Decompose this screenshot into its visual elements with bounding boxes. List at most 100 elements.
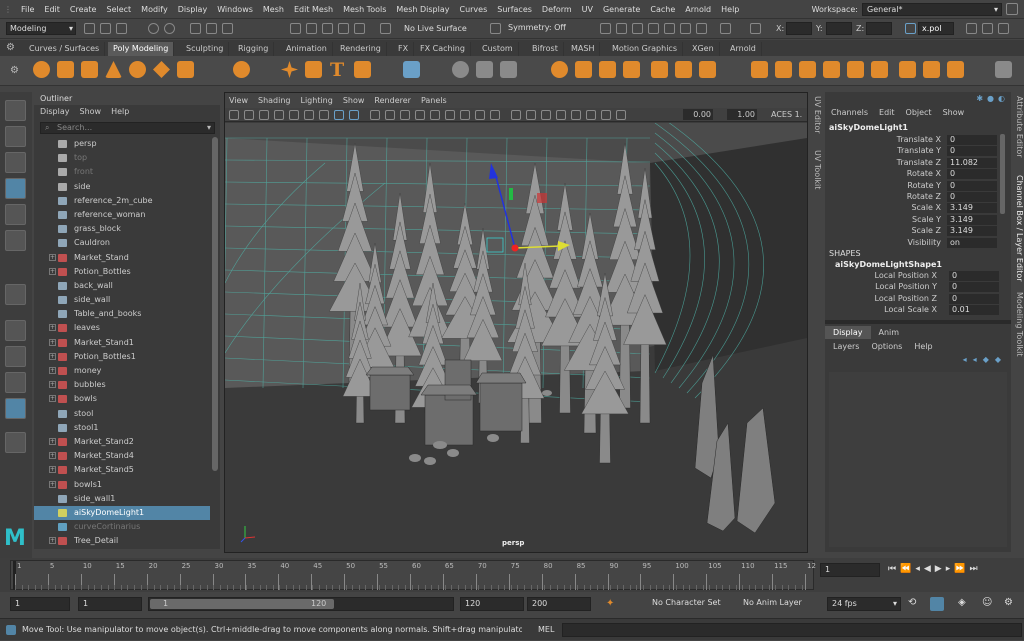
viewport-tool-icon[interactable] — [430, 110, 440, 120]
help-icon[interactable]: ◐ — [998, 94, 1005, 103]
shelf-tab-custom[interactable]: Custom — [477, 42, 519, 56]
channel-value[interactable]: 0 — [949, 271, 999, 281]
viewport-tool-icon[interactable] — [289, 110, 299, 120]
outliner-item[interactable]: + bowls — [34, 392, 210, 406]
expand-icon[interactable]: + — [49, 437, 56, 445]
range-slider[interactable]: 1 120 — [148, 597, 454, 611]
color-space-field[interactable]: ACES 1. — [771, 109, 807, 120]
viewport-tool-icon[interactable] — [334, 110, 344, 120]
channel-row[interactable]: Visibility on — [825, 237, 997, 248]
viewport-tool-icon[interactable] — [259, 110, 269, 120]
manipulator-center[interactable] — [511, 244, 519, 252]
move-layer-down-icon[interactable]: ◂ — [973, 355, 977, 364]
auto-key-icon[interactable] — [930, 597, 944, 611]
viewport-tool-icon[interactable] — [586, 110, 596, 120]
viewport-scene[interactable] — [225, 123, 807, 552]
expand-icon[interactable]: + — [49, 367, 56, 374]
outliner-menu-display[interactable]: Display — [40, 105, 70, 119]
tab-modeling-toolkit[interactable]: Modeling Toolkit — [1012, 292, 1024, 356]
time-slider-track[interactable]: 1 5 10 15 20 25 30 35 40 45 50 55 60 65 70 75 80 85 90 95 10… — [10, 560, 816, 590]
sweep-mesh-icon[interactable] — [305, 61, 322, 78]
shape-channel-row[interactable]: Local Position X 0 — [825, 270, 999, 281]
poly-disc-icon[interactable] — [177, 61, 194, 78]
outliner-item[interactable]: + bubbles — [34, 378, 210, 392]
viewport-tool-icon[interactable] — [460, 110, 470, 120]
platonic-solid-icon[interactable] — [233, 61, 250, 78]
outliner-item[interactable]: + Tree_Detail — [34, 534, 210, 548]
menu-generate[interactable]: Generate — [598, 0, 645, 19]
snap-live-icon[interactable] — [354, 23, 365, 34]
channel-scrollbar[interactable] — [1000, 134, 1005, 214]
play-back-icon[interactable]: ◀ — [924, 564, 931, 574]
menu-deform[interactable]: Deform — [537, 0, 577, 19]
gear-icon[interactable]: ⚙ — [6, 42, 17, 53]
loop-icon[interactable]: ⟲ — [908, 597, 916, 608]
menu-windows[interactable]: Windows — [212, 0, 258, 19]
channel-menu-show[interactable]: Show — [943, 108, 965, 117]
render-view-icon[interactable] — [664, 23, 675, 34]
outliner-item[interactable]: + Market_Stand — [34, 251, 210, 265]
symmetry-dropdown[interactable]: Symmetry: Off — [505, 22, 581, 35]
channel-value[interactable]: 3.149 — [947, 214, 997, 225]
menu-edit[interactable]: Edit — [39, 0, 65, 19]
outliner-menu-help[interactable]: Help — [111, 105, 129, 119]
fps-dropdown[interactable]: 24 fps ▾ — [827, 597, 901, 611]
outliner-item[interactable]: persp — [34, 137, 210, 151]
tab-attribute-editor[interactable]: Attribute Editor — [1012, 96, 1024, 158]
command-line[interactable] — [562, 623, 1022, 637]
poly-cylinder-icon[interactable] — [81, 61, 98, 78]
tab-uv-editor[interactable]: UV Editor — [810, 96, 822, 134]
channel-value[interactable]: 0 — [949, 293, 999, 304]
channel-value[interactable]: 11.082 — [947, 157, 997, 168]
channel-value[interactable]: 3.149 — [947, 203, 997, 214]
expand-icon[interactable]: + — [49, 267, 56, 275]
outliner-menu-show[interactable]: Show — [80, 105, 102, 119]
snap-grid-icon[interactable] — [290, 23, 301, 34]
outliner-item[interactable]: reference_woman — [34, 208, 210, 222]
menu-edit-mesh[interactable]: Edit Mesh — [289, 0, 338, 19]
viewport-tool-icon[interactable] — [475, 110, 485, 120]
expand-icon[interactable]: + — [49, 480, 56, 488]
viewport-menu-renderer[interactable]: Renderer — [374, 93, 411, 108]
layer-menu-help[interactable]: Help — [914, 342, 932, 351]
outliner-item[interactable]: stool1 — [34, 421, 210, 435]
two-pane-layout-icon[interactable] — [5, 372, 26, 393]
outliner-item[interactable]: front — [34, 165, 210, 179]
viewport-menu-view[interactable]: View — [229, 93, 248, 108]
outliner-item[interactable]: grass_block — [34, 222, 210, 236]
viewport-tool-icon[interactable] — [490, 110, 500, 120]
menu-mesh-tools[interactable]: Mesh Tools — [338, 0, 391, 19]
viewport-menu-lighting[interactable]: Lighting — [300, 93, 332, 108]
shape-channel-row[interactable]: Local Position Z 0 — [825, 293, 999, 304]
redo-icon[interactable] — [164, 23, 175, 34]
viewport-tool-icon[interactable] — [349, 110, 359, 120]
search-field[interactable]: x.pol — [918, 22, 954, 35]
viewport-tool-icon[interactable] — [319, 110, 329, 120]
viewport-tool-icon[interactable] — [415, 110, 425, 120]
outliner-item[interactable]: aiSkyDomeLight1 — [34, 505, 210, 521]
workspace-dropdown[interactable]: General* ▾ — [862, 3, 1002, 16]
z-field[interactable] — [866, 22, 892, 35]
viewport-tool-icon[interactable] — [370, 110, 380, 120]
shelf-tab-fx-caching[interactable]: FX Caching — [415, 42, 471, 56]
channel-value[interactable]: 0 — [947, 135, 997, 145]
expand-icon[interactable]: + — [49, 352, 56, 360]
tab-channel-box[interactable]: Channel Box / Layer Editor — [1012, 175, 1024, 282]
step-forward-key-icon[interactable]: ⏩ — [954, 564, 965, 574]
mirror-icon[interactable] — [599, 61, 616, 78]
viewport-tool-icon[interactable] — [274, 110, 284, 120]
viewport-tool-icon[interactable] — [304, 110, 314, 120]
channel-row[interactable]: Rotate X 0 — [825, 168, 997, 180]
move-layer-up-icon[interactable]: ◂ — [963, 355, 967, 364]
menu-cache[interactable]: Cache — [645, 0, 680, 19]
open-scene-icon[interactable] — [100, 23, 111, 34]
save-icon[interactable] — [116, 23, 127, 34]
expand-icon[interactable]: + — [49, 338, 56, 346]
render-frame-icon[interactable] — [600, 23, 611, 34]
shape-node-name[interactable]: aiSkyDomeLightShape1 — [835, 260, 942, 269]
merge-icon[interactable] — [923, 61, 940, 78]
connect-icon[interactable] — [799, 61, 816, 78]
offset-edge-loop-icon[interactable] — [871, 61, 888, 78]
menu-select[interactable]: Select — [101, 0, 136, 19]
menu-mesh-display[interactable]: Mesh Display — [391, 0, 454, 19]
